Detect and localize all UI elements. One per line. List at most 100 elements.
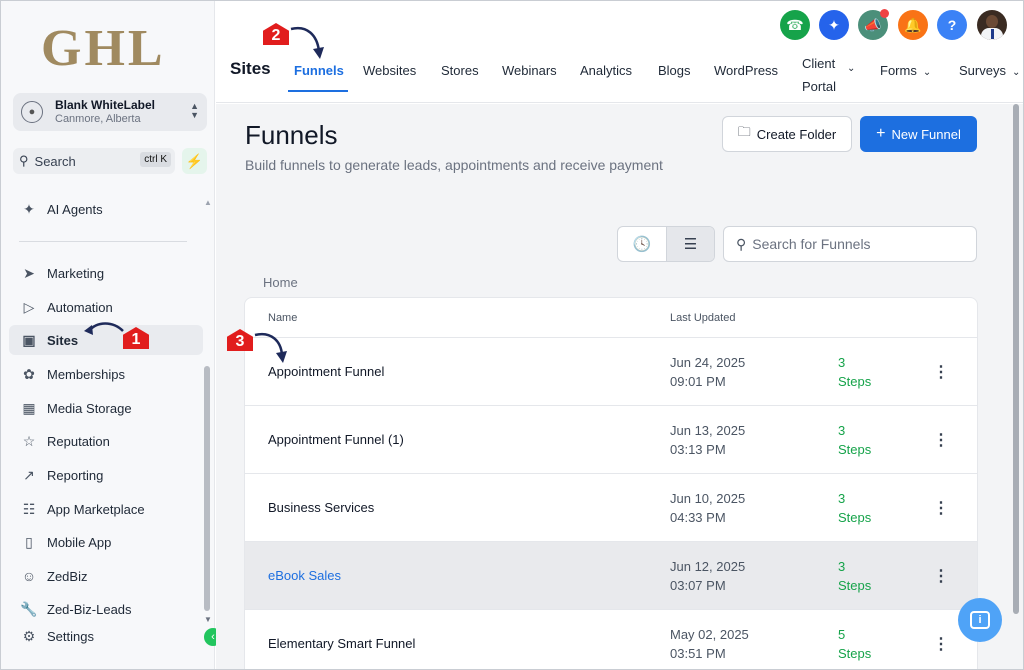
- quick-action-bolt-icon[interactable]: ⚡: [182, 148, 207, 174]
- table-header: Name Last Updated: [245, 298, 977, 338]
- table-row[interactable]: Appointment Funnel (1) Jun 13, 2025 03:13…: [245, 406, 977, 474]
- table-row[interactable]: Appointment Funnel Jun 24, 2025 09:01 PM …: [245, 338, 977, 406]
- annotation-arrow-2: [290, 26, 324, 59]
- funnel-search-input[interactable]: ⚲ Search for Funnels: [723, 226, 977, 262]
- sidebar-item-app-marketplace[interactable]: ☷ App Marketplace: [9, 494, 203, 524]
- sidebar-item-mobile-app[interactable]: ▯ Mobile App: [9, 527, 203, 557]
- page-subtitle: Build funnels to generate leads, appoint…: [245, 157, 663, 173]
- funnel-name[interactable]: eBook Sales: [268, 568, 341, 583]
- sparkle-icon: ✦: [23, 200, 35, 217]
- ai-sparkle-icon[interactable]: ✦: [819, 10, 849, 40]
- sidebar-item-settings[interactable]: ⚙ Settings: [9, 621, 203, 651]
- sidebar-item-ai-agents[interactable]: ✦ AI Agents: [9, 194, 203, 224]
- sidebar-item-reputation[interactable]: ☆ Reputation: [9, 426, 203, 456]
- help-chat-button[interactable]: i: [958, 598, 1002, 642]
- more-options-icon[interactable]: ⋮: [933, 498, 949, 518]
- funnel-name[interactable]: Business Services: [268, 500, 374, 515]
- chat-icon: ☺: [21, 568, 37, 584]
- account-location: Canmore, Alberta: [55, 113, 141, 125]
- create-folder-button[interactable]: 🗀 Create Folder: [722, 116, 852, 152]
- funnel-name[interactable]: Appointment Funnel (1): [268, 432, 404, 447]
- grid-icon: ☷: [22, 500, 36, 517]
- phone-icon[interactable]: ☎: [780, 10, 810, 40]
- scroll-up-icon[interactable]: ▲: [204, 198, 212, 207]
- gear-icon: ⚙: [22, 627, 36, 644]
- sidebar-item-marketing[interactable]: ➤ Marketing: [9, 258, 203, 288]
- logo: GHL: [41, 20, 166, 77]
- tab-surveys[interactable]: Surveys ⌄: [959, 63, 1020, 78]
- tab-blogs[interactable]: Blogs: [658, 63, 691, 78]
- page-title: Funnels: [245, 120, 338, 150]
- more-options-icon[interactable]: ⋮: [933, 634, 949, 654]
- account-name: Blank WhiteLabel: [55, 98, 156, 112]
- shortcut-hint: ctrl K: [140, 152, 171, 167]
- tab-stores[interactable]: Stores: [441, 63, 479, 78]
- chevron-updown-icon: ▲ ▼: [190, 101, 199, 120]
- notification-dot: [880, 9, 889, 18]
- tab-funnels[interactable]: Funnels: [294, 63, 344, 78]
- plus-icon: +: [876, 125, 886, 142]
- sidebar-scrollbar[interactable]: [204, 366, 210, 611]
- folder-plus-icon: 🗀: [737, 124, 751, 139]
- tab-analytics[interactable]: Analytics: [580, 63, 632, 78]
- tab-websites[interactable]: Websites: [363, 63, 416, 78]
- step-count: 5 Steps: [838, 627, 872, 661]
- sidebar-search-label: Search: [34, 153, 76, 169]
- more-options-icon[interactable]: ⋮: [933, 362, 949, 382]
- top-bar: Sites Funnels Websites Stores Webinars A…: [216, 1, 1023, 103]
- step-count: 3 Steps: [838, 423, 872, 457]
- tab-wordpress[interactable]: WordPress: [714, 63, 778, 78]
- table-row[interactable]: Business Services Jun 10, 2025 04:33 PM 3…: [245, 474, 977, 542]
- annotation-arrow-3: [254, 332, 287, 363]
- table-row[interactable]: Elementary Smart Funnel May 02, 2025 03:5…: [245, 610, 977, 669]
- chevron-down-icon[interactable]: ⌄: [847, 63, 855, 74]
- globe-icon: ▣: [22, 331, 36, 348]
- more-options-icon[interactable]: ⋮: [933, 566, 949, 586]
- app-window: GHL ● Blank WhiteLabel Canmore, Alberta …: [0, 0, 1024, 670]
- funnels-table: Name Last Updated Appointment Funnel Jun…: [244, 297, 978, 669]
- scroll-down-icon[interactable]: ▼: [204, 615, 212, 624]
- new-funnel-button[interactable]: + New Funnel: [860, 116, 977, 152]
- avatar[interactable]: [977, 10, 1007, 40]
- chevron-down-icon: ⌄: [1011, 67, 1021, 78]
- account-avatar-icon: ●: [21, 101, 43, 123]
- breadcrumb[interactable]: Home: [263, 275, 298, 290]
- trend-icon: ↗: [23, 466, 35, 483]
- phone-icon: ▯: [25, 533, 33, 550]
- star-icon: ☆: [22, 432, 36, 449]
- table-row[interactable]: eBook Sales Jun 12, 2025 03:07 PM 3 Steps …: [245, 542, 977, 610]
- active-tab-indicator: [288, 90, 348, 92]
- more-options-icon[interactable]: ⋮: [933, 430, 949, 450]
- annotation-arrow-1: [84, 322, 124, 335]
- funnel-name[interactable]: Appointment Funnel: [268, 364, 384, 379]
- chevron-down-icon: ⌄: [922, 67, 932, 78]
- sidebar-search[interactable]: ⚲ Search ctrl K: [13, 148, 175, 174]
- main-content: Funnels Build funnels to generate leads,…: [216, 104, 1011, 669]
- help-icon[interactable]: ?: [937, 10, 967, 40]
- main-scrollbar[interactable]: [1009, 104, 1023, 669]
- funnel-name[interactable]: Elementary Smart Funnel: [268, 636, 415, 651]
- sidebar-item-media-storage[interactable]: ▦ Media Storage: [9, 393, 203, 423]
- bell-icon[interactable]: 🔔: [898, 10, 928, 40]
- sidebar-divider: [19, 241, 187, 242]
- column-header-name[interactable]: Name: [268, 312, 297, 324]
- list-view-icon[interactable]: ☰: [665, 227, 714, 261]
- sidebar-item-zed-biz-leads[interactable]: 🔧 Zed-Biz-Leads: [9, 594, 203, 624]
- sidebar-item-reporting[interactable]: ↗ Reporting: [9, 460, 203, 490]
- tab-client-portal[interactable]: Client Portal: [802, 52, 836, 98]
- sidebar-item-automation[interactable]: ▷ Automation: [9, 292, 203, 322]
- clock-icon[interactable]: 🕓: [618, 227, 666, 261]
- tab-forms[interactable]: Forms ⌄: [880, 63, 931, 78]
- column-header-updated[interactable]: Last Updated: [670, 312, 735, 324]
- automation-icon: ▷: [23, 298, 35, 315]
- last-updated: Jun 13, 2025 03:13 PM: [670, 423, 746, 457]
- sidebar-item-memberships[interactable]: ✿ Memberships: [9, 359, 203, 389]
- search-icon: ⚲: [19, 153, 29, 168]
- wrench-icon: 🔧: [20, 600, 38, 617]
- last-updated: Jun 24, 2025 09:01 PM: [670, 355, 746, 389]
- last-updated: Jun 12, 2025 03:07 PM: [670, 559, 746, 593]
- account-switcher[interactable]: ● Blank WhiteLabel Canmore, Alberta ▲ ▼: [13, 93, 207, 131]
- tab-webinars[interactable]: Webinars: [502, 63, 557, 78]
- send-icon: ➤: [23, 264, 35, 281]
- sidebar-item-zedbiz[interactable]: ☺ ZedBiz: [9, 561, 203, 591]
